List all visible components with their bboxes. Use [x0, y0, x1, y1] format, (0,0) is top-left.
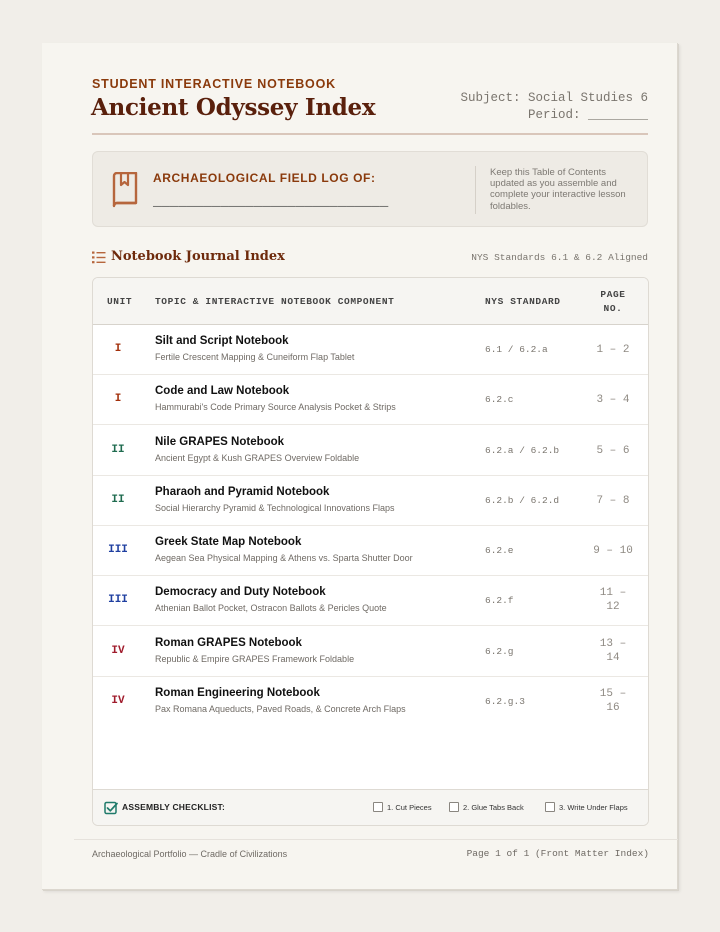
page-cell-line2: 12: [606, 601, 620, 613]
unit-cell: IV: [111, 695, 125, 707]
topic-title: Roman GRAPES Notebook: [155, 637, 302, 649]
checkbox[interactable]: [373, 802, 383, 812]
checkbox-checked-icon: [104, 801, 118, 815]
page-cell-line2: 14: [606, 652, 620, 664]
checkbox[interactable]: [449, 802, 459, 812]
header-unit: UNIT: [107, 296, 133, 307]
topic-title: Silt and Script Notebook: [155, 335, 289, 347]
topic-subtitle: Fertile Crescent Mapping & Cuneiform Fla…: [155, 352, 355, 362]
header-page: PAGE NO.: [585, 288, 641, 316]
page-cell-line2: 16: [606, 702, 620, 714]
assembly-checklist: ASSEMBLY CHECKLIST: 1. Cut Pieces 2. Glu…: [93, 789, 648, 825]
footer-page-label: Page 1 of 1 (Front Matter Index): [466, 848, 649, 859]
title-divider: [92, 133, 648, 135]
topic-subtitle: Pax Romana Aqueducts, Paved Roads, & Con…: [155, 704, 406, 714]
topic-title: Code and Law Notebook: [155, 385, 290, 397]
standard-cell: 6.2.e: [485, 545, 514, 556]
table-header: UNIT TOPIC & INTERACTIVE NOTEBOOK COMPON…: [93, 278, 648, 325]
page-cell-line1: 11 –: [599, 587, 627, 599]
unit-cell: II: [111, 444, 125, 456]
page-cell: 15 – 16: [585, 687, 641, 715]
table-row[interactable]: II Nile GRAPES Notebook Ancient Egypt & …: [93, 426, 648, 476]
topic-title: Democracy and Duty Notebook: [155, 586, 326, 598]
header-page-line1: PAGE: [600, 289, 626, 300]
page-cell: 3 – 4: [596, 394, 630, 406]
page-cell: 13 – 14: [585, 637, 641, 665]
standard-cell: 6.2.a / 6.2.b: [485, 445, 560, 456]
table-row[interactable]: III Greek State Map Notebook Aegean Sea …: [93, 526, 648, 576]
standard-cell: 6.1 / 6.2.a: [485, 344, 548, 355]
table-row[interactable]: IV Roman Engineering Notebook Pax Romana…: [93, 677, 648, 727]
checklist-item-label: 1. Cut Pieces: [387, 803, 432, 812]
table-row[interactable]: IV Roman GRAPES Notebook Republic & Empi…: [93, 627, 648, 677]
table-row[interactable]: I Code and Law Notebook Hammurabi's Code…: [93, 375, 648, 425]
table-row[interactable]: I Silt and Script Notebook Fertile Cresc…: [93, 325, 648, 375]
checkbox[interactable]: [545, 802, 555, 812]
checklist-item-cut[interactable]: 1. Cut Pieces: [373, 802, 432, 812]
topic-title: Roman Engineering Notebook: [155, 687, 320, 699]
checklist-item-glue[interactable]: 2. Glue Tabs Back: [449, 802, 524, 812]
field-log-name-blank[interactable]: ____________________________: [153, 194, 388, 210]
footer-portfolio-label: Archaeological Portfolio — Cradle of Civ…: [92, 849, 288, 859]
topic-subtitle: Aegean Sea Physical Mapping & Athens vs.…: [155, 553, 413, 563]
topic-title: Greek State Map Notebook: [155, 536, 302, 548]
topic-subtitle: Athenian Ballot Pocket, Ostracon Ballots…: [155, 603, 387, 613]
page-cell-line1: 13 –: [599, 638, 627, 650]
period-field[interactable]: Period: ________: [528, 108, 648, 122]
footer-divider: [74, 839, 678, 840]
standard-cell: 6.2.f: [485, 595, 514, 606]
topic-subtitle: Hammurabi's Code Primary Source Analysis…: [155, 402, 396, 412]
standard-cell: 6.2.c: [485, 394, 514, 405]
page-title: Ancient Odyssey Index: [91, 94, 376, 121]
checklist-item-label: 2. Glue Tabs Back: [463, 803, 524, 812]
unit-cell: II: [111, 494, 125, 506]
standard-cell: 6.2.g: [485, 646, 514, 657]
standard-cell: 6.2.b / 6.2.d: [485, 495, 560, 506]
topic-subtitle: Social Hierarchy Pyramid & Technological…: [155, 503, 395, 513]
page-cell: 7 – 8: [596, 495, 630, 507]
unit-cell: IV: [111, 645, 125, 657]
page-cell: 1 – 2: [596, 344, 630, 356]
page-cell: 5 – 6: [596, 445, 630, 457]
page-cell-line1: 15 –: [599, 688, 627, 700]
unit-cell: III: [108, 594, 128, 606]
section-title: Notebook Journal Index: [111, 249, 285, 264]
checklist-item-write[interactable]: 3. Write Under Flaps: [545, 802, 628, 812]
topic-title: Nile GRAPES Notebook: [155, 436, 285, 448]
header-topic: TOPIC & INTERACTIVE NOTEBOOK COMPONENT: [155, 296, 395, 307]
page-kicker: STUDENT INTERACTIVE NOTEBOOK: [92, 77, 336, 91]
unit-cell: I: [114, 393, 122, 405]
topic-title: Pharaoh and Pyramid Notebook: [155, 486, 330, 498]
table-row[interactable]: III Democracy and Duty Notebook Athenian…: [93, 576, 648, 626]
checklist-item-label: 3. Write Under Flaps: [559, 803, 628, 812]
subject-label: Subject: Social Studies 6: [460, 91, 648, 105]
list-icon: [92, 251, 106, 264]
header-standard: NYS STANDARD: [485, 296, 561, 307]
journal-index-table: UNIT TOPIC & INTERACTIVE NOTEBOOK COMPON…: [92, 277, 649, 826]
field-log-divider: [475, 166, 476, 214]
field-log-card: ARCHAEOLOGICAL FIELD LOG OF: ___________…: [92, 151, 648, 227]
standards-note: NYS Standards 6.1 & 6.2 Aligned: [471, 252, 648, 263]
unit-cell: I: [114, 343, 122, 355]
field-log-note: Keep this Table of Contents updated as y…: [490, 167, 626, 212]
field-log-label: ARCHAEOLOGICAL FIELD LOG OF:: [153, 171, 376, 185]
page-cell: 9 – 10: [593, 545, 633, 557]
topic-subtitle: Ancient Egypt & Kush GRAPES Overview Fol…: [155, 453, 360, 463]
unit-cell: III: [108, 544, 128, 556]
page-cell: 11 – 12: [585, 586, 641, 614]
topic-subtitle: Republic & Empire GRAPES Framework Folda…: [155, 654, 355, 664]
checklist-label: ASSEMBLY CHECKLIST:: [122, 802, 225, 812]
standard-cell: 6.2.g.3: [485, 696, 525, 707]
header-page-line2: NO.: [603, 303, 623, 314]
book-bookmark-icon: [112, 172, 138, 208]
table-row[interactable]: II Pharaoh and Pyramid Notebook Social H…: [93, 476, 648, 526]
